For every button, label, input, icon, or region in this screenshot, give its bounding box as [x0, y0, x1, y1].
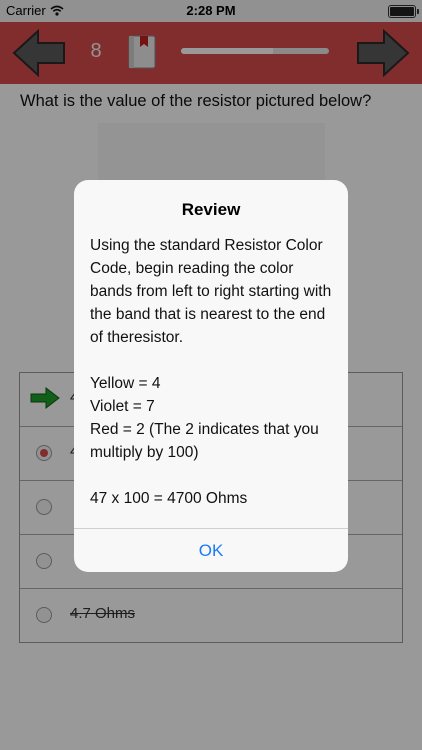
explanation-paragraph: Using the standard Resistor Color Code, … [90, 237, 332, 346]
review-dialog: Review Using the standard Resistor Color… [74, 180, 348, 572]
line-yellow: Yellow = 4 [90, 375, 161, 392]
ok-button[interactable]: OK [74, 529, 348, 572]
result-line: 47 x 100 = 4700 Ohms [90, 490, 248, 507]
line-red: Red = 2 (The 2 indicates that you multip… [90, 421, 319, 461]
dialog-title: Review [181, 200, 241, 219]
dialog-message: Using the standard Resistor Color Code, … [74, 220, 348, 510]
line-violet: Violet = 7 [90, 398, 155, 415]
color-lines: Yellow = 4 Violet = 7 Red = 2 (The 2 ind… [90, 372, 332, 464]
